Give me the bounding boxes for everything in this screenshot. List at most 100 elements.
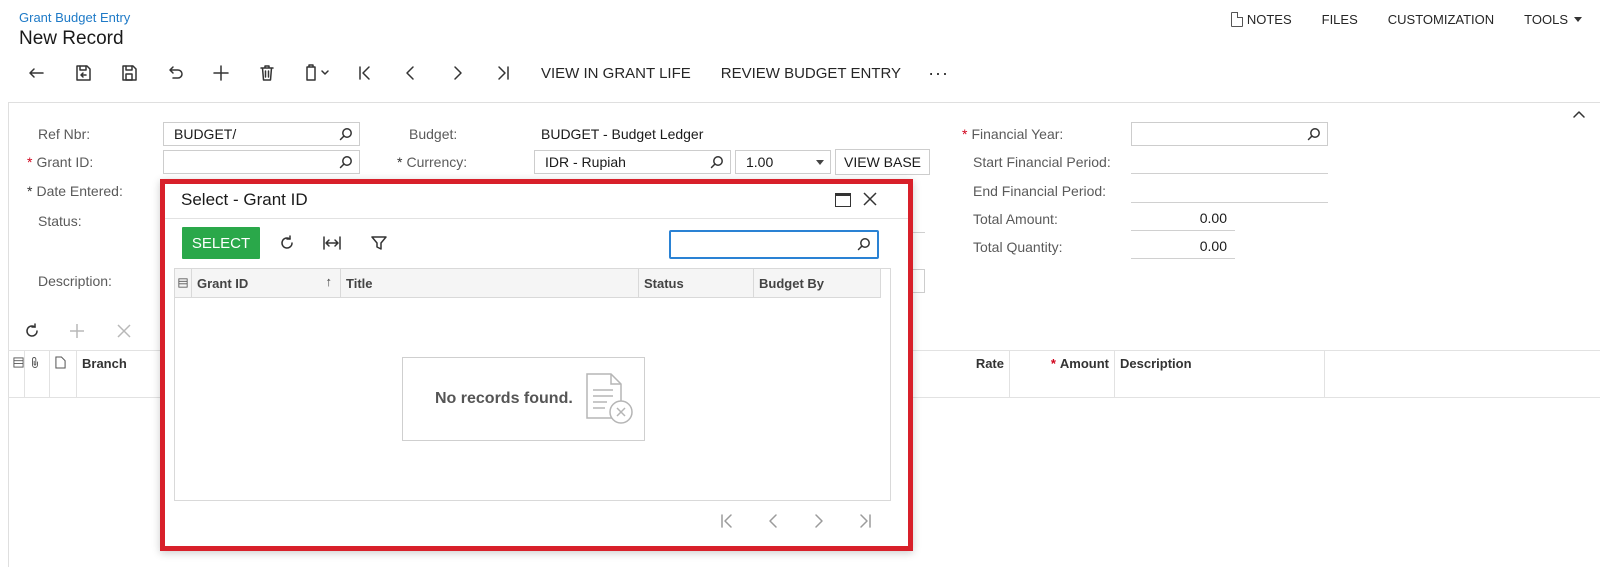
- grid-settings-icon[interactable]: [175, 269, 192, 298]
- dialog-col-grant-id[interactable]: Grant ID ↑: [192, 269, 341, 298]
- chevron-right-icon[interactable]: [808, 510, 830, 532]
- attachment-icon: [25, 350, 50, 398]
- financial-year-label: * Financial Year:: [962, 126, 1063, 142]
- currency-label-text: Currency:: [406, 154, 468, 170]
- delete-row-button[interactable]: [114, 321, 134, 341]
- date-entered-label: * Date Entered:: [27, 183, 123, 199]
- grant-id-label-text: Grant ID:: [36, 154, 94, 170]
- last-record-button[interactable]: [480, 59, 526, 87]
- dropdown-caret-icon: [816, 160, 824, 165]
- grant-id-input[interactable]: [163, 150, 360, 174]
- undo-button[interactable]: [152, 59, 198, 87]
- back-button[interactable]: [14, 59, 60, 87]
- total-amount-value: 0.00: [1131, 207, 1235, 231]
- maximize-icon[interactable]: [835, 193, 851, 207]
- delete-button[interactable]: [244, 59, 290, 87]
- required-marker: *: [27, 154, 33, 170]
- dialog-title: Select - Grant ID: [181, 190, 308, 209]
- copy-paste-menu[interactable]: [290, 59, 342, 87]
- document-icon: [1230, 12, 1243, 27]
- files-link[interactable]: FILES: [1322, 12, 1358, 27]
- add-button[interactable]: [198, 59, 244, 87]
- search-icon[interactable]: [339, 155, 353, 169]
- currency-value: IDR - Rupiah: [545, 154, 626, 170]
- notes-link[interactable]: NOTES: [1230, 12, 1292, 27]
- dialog-col-title[interactable]: Title: [341, 269, 639, 298]
- clipboard-icon: [306, 64, 329, 81]
- next-record-button[interactable]: [434, 59, 480, 87]
- currency-rate-value: 1.00: [746, 154, 774, 170]
- empty-state: No records found.: [402, 357, 645, 441]
- grid-col-amount-label: Amount: [1059, 356, 1109, 371]
- dialog-col-budget-by[interactable]: Budget By: [754, 269, 881, 298]
- last-page-icon: [498, 66, 509, 80]
- total-quantity-label: Total Quantity:: [973, 239, 1063, 255]
- grid-col-rate[interactable]: Rate: [905, 350, 1010, 398]
- dialog-col-status[interactable]: Status: [639, 269, 754, 298]
- financial-year-input[interactable]: [1131, 122, 1328, 146]
- view-base-button[interactable]: VIEW BASE: [835, 149, 931, 175]
- date-entered-label-text: Date Entered:: [36, 183, 123, 199]
- tools-menu[interactable]: TOOLS: [1524, 12, 1582, 27]
- close-icon[interactable]: [862, 191, 878, 207]
- save-close-icon: [76, 65, 91, 81]
- select-button[interactable]: SELECT: [182, 227, 260, 259]
- customization-link[interactable]: CUSTOMIZATION: [1388, 12, 1494, 27]
- save-and-close-button[interactable]: [60, 59, 106, 87]
- page-title: New Record: [19, 28, 124, 49]
- select-grant-id-dialog: Select - Grant ID SELECT Grant ID ↑ Titl…: [160, 179, 913, 551]
- start-financial-period-label: Start Financial Period:: [973, 154, 1111, 170]
- collapse-chevron-up-icon[interactable]: [1572, 108, 1586, 122]
- main-toolbar: VIEW IN GRANT LIFE REVIEW BUDGET ENTRY ·…: [14, 59, 961, 87]
- end-financial-period-value: [1131, 179, 1328, 203]
- view-in-grant-life-button[interactable]: VIEW IN GRANT LIFE: [526, 59, 706, 87]
- search-icon[interactable]: [339, 127, 353, 141]
- search-icon[interactable]: [710, 155, 724, 169]
- note-icon: [50, 350, 77, 398]
- back-arrow-icon: [29, 68, 44, 78]
- first-record-button[interactable]: [342, 59, 388, 87]
- tools-label: TOOLS: [1524, 12, 1568, 27]
- first-page-icon: [359, 66, 370, 80]
- start-financial-period-value: [1131, 150, 1328, 174]
- first-page-icon[interactable]: [716, 510, 738, 532]
- ref-nbr-value: BUDGET/: [174, 126, 237, 142]
- grid-col-amount[interactable]: * Amount: [1010, 350, 1115, 398]
- dialog-col-grant-id-label: Grant ID: [197, 276, 249, 291]
- refresh-button[interactable]: [22, 321, 42, 341]
- empty-document-icon: [583, 372, 635, 426]
- total-quantity-value: 0.00: [1131, 235, 1235, 259]
- previous-record-button[interactable]: [388, 59, 434, 87]
- search-icon[interactable]: [1307, 127, 1321, 141]
- currency-input[interactable]: IDR - Rupiah: [534, 150, 731, 174]
- filter-icon[interactable]: [368, 232, 390, 254]
- search-icon[interactable]: [857, 237, 871, 251]
- budget-label: Budget:: [409, 126, 458, 142]
- fit-columns-icon[interactable]: [321, 232, 343, 254]
- dialog-search-input[interactable]: [669, 230, 879, 259]
- breadcrumb[interactable]: Grant Budget Entry: [19, 10, 130, 25]
- status-label: Status:: [38, 213, 82, 229]
- add-row-button[interactable]: [67, 321, 87, 341]
- required-marker: *: [27, 183, 33, 199]
- ref-nbr-label: Ref Nbr:: [38, 126, 91, 142]
- plus-icon: [70, 324, 84, 338]
- currency-rate-select[interactable]: 1.00: [735, 150, 831, 174]
- currency-label: * Currency:: [397, 154, 467, 170]
- save-button[interactable]: [106, 59, 152, 87]
- grid-col-description[interactable]: Description: [1115, 350, 1325, 398]
- chevron-left-icon: [406, 66, 414, 80]
- save-icon: [122, 65, 137, 81]
- review-budget-entry-button[interactable]: REVIEW BUDGET ENTRY: [706, 59, 916, 87]
- ref-nbr-input[interactable]: BUDGET/: [163, 122, 360, 146]
- more-actions-button[interactable]: ···: [916, 59, 961, 87]
- total-amount-label: Total Amount:: [973, 211, 1058, 227]
- chevron-left-icon[interactable]: [762, 510, 784, 532]
- last-page-icon[interactable]: [854, 510, 876, 532]
- end-financial-period-label: End Financial Period:: [973, 183, 1107, 199]
- trash-icon: [260, 65, 274, 81]
- refresh-icon[interactable]: [276, 232, 298, 254]
- required-marker: *: [962, 126, 968, 142]
- grid-col-branch[interactable]: Branch: [77, 350, 167, 398]
- grid-settings-icon[interactable]: [8, 350, 25, 398]
